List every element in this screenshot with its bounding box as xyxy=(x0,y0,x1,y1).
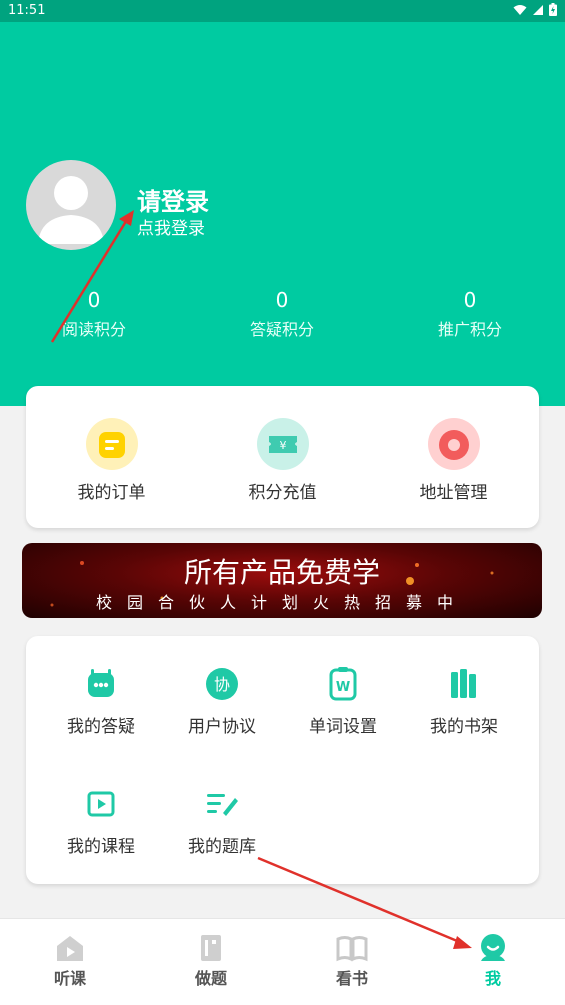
points-recharge-button[interactable]: ¥ 积分充值 xyxy=(197,418,368,503)
login-subtitle[interactable]: 点我登录 xyxy=(137,214,205,239)
tab-exercise[interactable]: 做题 xyxy=(166,931,256,989)
tab-read[interactable]: 看书 xyxy=(307,931,397,989)
stat-reading-points[interactable]: 0 阅读积分 xyxy=(14,288,174,340)
menu-label: 我的书架 xyxy=(430,717,498,737)
my-question-bank-button[interactable]: 我的题库 xyxy=(158,784,286,857)
quick-label: 地址管理 xyxy=(419,483,488,503)
bottom-tab-bar: 听课 做题 看书 我 xyxy=(0,918,565,1005)
exercise-icon xyxy=(201,935,221,961)
menu-label: 我的题库 xyxy=(188,837,256,857)
location-icon xyxy=(427,418,480,470)
quick-label: 积分充值 xyxy=(248,483,317,503)
svg-text:¥: ¥ xyxy=(279,439,286,452)
book-icon xyxy=(336,936,368,962)
avatar[interactable] xyxy=(26,160,116,250)
stat-label: 阅读积分 xyxy=(61,320,126,339)
address-management-button[interactable]: 地址管理 xyxy=(368,418,539,503)
stat-value: 0 xyxy=(87,288,101,312)
banner-title: 所有产品免费学 xyxy=(183,556,380,589)
menu-label: 用户协议 xyxy=(188,717,256,737)
wifi-icon xyxy=(513,4,527,15)
my-bookshelf-button[interactable]: 我的书架 xyxy=(400,664,528,737)
banner-subtitle: 校园合伙人计划火热招募中 xyxy=(95,593,468,612)
order-icon xyxy=(85,418,138,470)
stat-promotion-points[interactable]: 0 推广积分 xyxy=(390,288,550,340)
video-course-icon xyxy=(87,791,115,817)
chat-robot-icon xyxy=(88,669,114,697)
quick-actions-card: 我的订单 ¥ 积分充值 地址管理 xyxy=(26,386,539,528)
stat-value: 0 xyxy=(275,288,289,312)
tab-label: 做题 xyxy=(194,969,227,988)
signal-icon xyxy=(533,4,543,15)
question-bank-icon xyxy=(207,794,238,816)
tab-me[interactable]: 我 xyxy=(448,931,538,989)
tab-label: 我 xyxy=(484,969,501,988)
login-title[interactable]: 请登录 xyxy=(137,182,209,217)
stat-value: 0 xyxy=(463,288,477,312)
stat-qa-points[interactable]: 0 答疑积分 xyxy=(202,288,362,340)
agreement-icon: 协 xyxy=(206,668,238,700)
stat-label: 推广积分 xyxy=(437,320,502,339)
battery-icon xyxy=(549,3,557,16)
feature-menu-card: 我的答疑 协 用户协议 W 单词设置 我的书架 我的课程 我的题库 xyxy=(26,636,539,884)
tab-label: 听课 xyxy=(53,969,86,988)
quick-label: 我的订单 xyxy=(77,483,146,503)
word-settings-button[interactable]: W 单词设置 xyxy=(279,664,407,737)
status-icons xyxy=(513,3,557,16)
svg-text:W: W xyxy=(336,680,350,695)
status-bar: 11:51 xyxy=(0,0,565,22)
word-settings-icon: W xyxy=(329,667,357,701)
menu-label: 单词设置 xyxy=(309,717,377,737)
my-qa-button[interactable]: 我的答疑 xyxy=(37,664,165,737)
tab-label: 看书 xyxy=(335,969,368,988)
default-user-icon xyxy=(38,176,104,244)
user-agreement-button[interactable]: 协 用户协议 xyxy=(158,664,286,737)
status-time: 11:51 xyxy=(8,3,46,18)
bookshelf-icon xyxy=(451,669,476,698)
menu-label: 我的课程 xyxy=(67,837,135,857)
promo-banner[interactable]: 所有产品免费学 校园合伙人计划火热招募中 xyxy=(22,543,542,618)
tab-listen[interactable]: 听课 xyxy=(25,931,115,989)
svg-text:协: 协 xyxy=(214,675,230,694)
my-orders-button[interactable]: 我的订单 xyxy=(26,418,197,503)
menu-label: 我的答疑 xyxy=(67,717,135,737)
points-recharge-icon: ¥ xyxy=(256,418,309,470)
stat-label: 答疑积分 xyxy=(249,320,314,339)
me-icon xyxy=(481,934,505,961)
my-courses-button[interactable]: 我的课程 xyxy=(37,784,165,857)
play-house-icon xyxy=(57,936,83,961)
